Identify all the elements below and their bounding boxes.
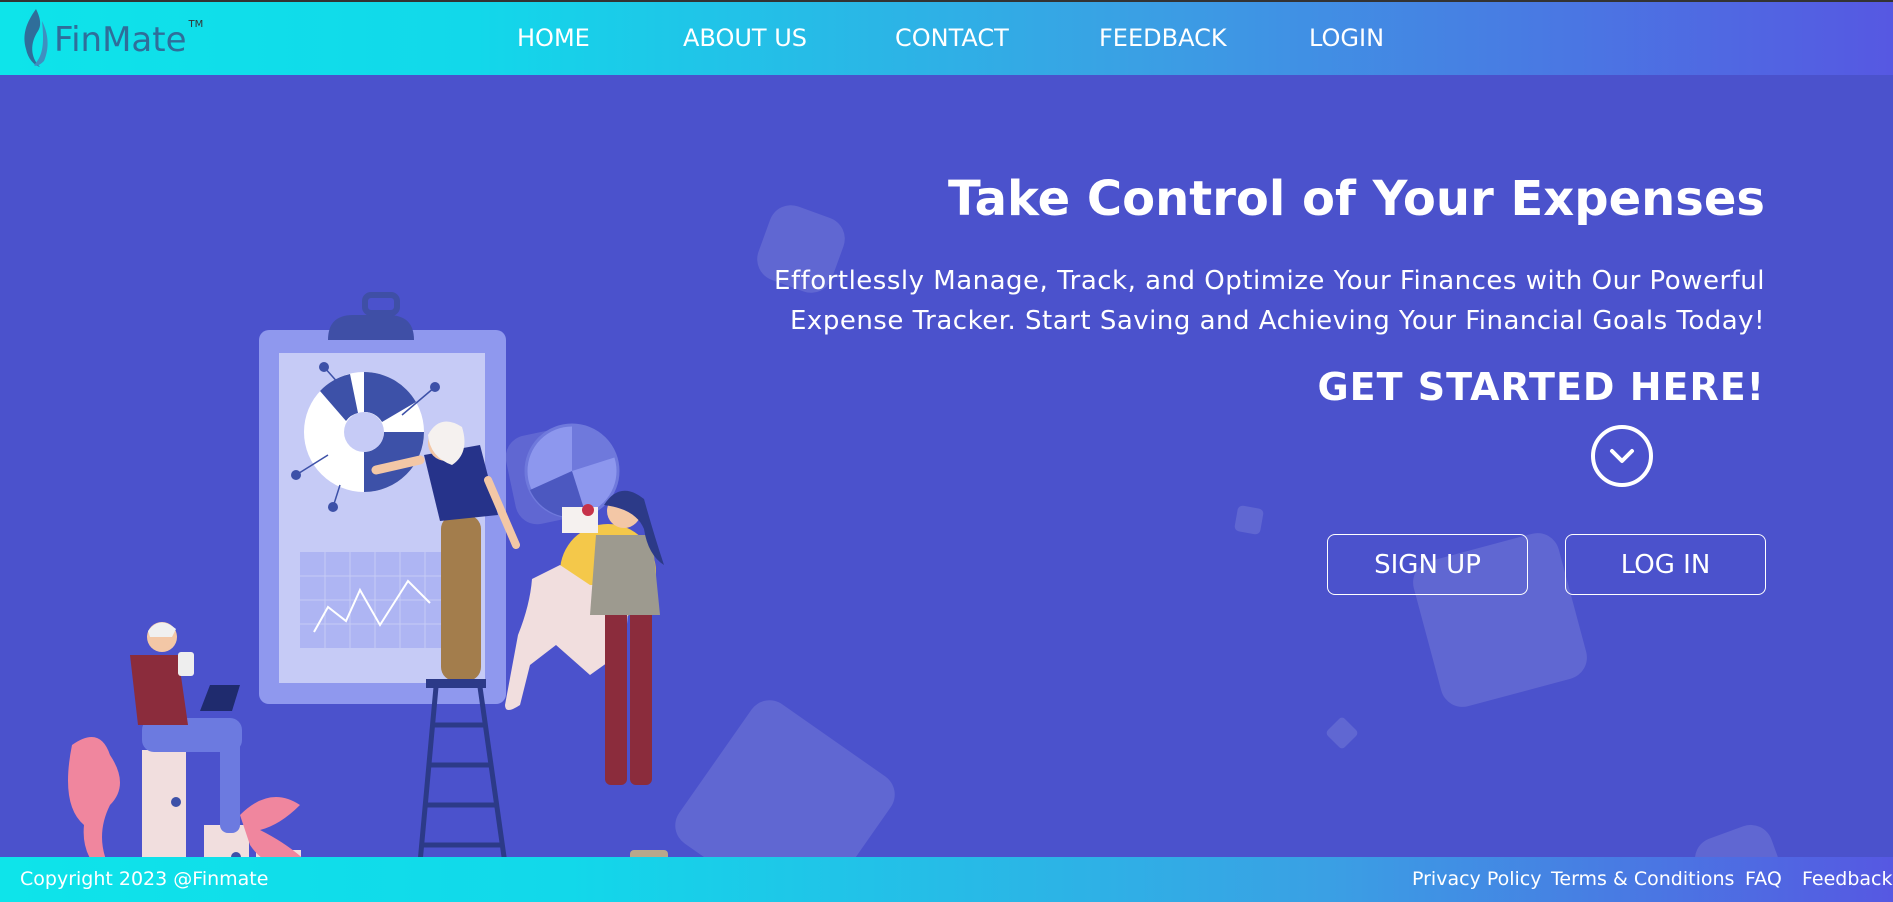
hero-title: Take Control of Your Expenses: [948, 171, 1765, 227]
top-navbar: FinMate TM HOME ABOUT US CONTACT FEEDBAC…: [0, 0, 1893, 75]
chevron-down-icon-glyph: [1610, 449, 1634, 463]
nav-feedback[interactable]: FEEDBACK: [1099, 24, 1227, 52]
nav-home[interactable]: HOME: [517, 24, 590, 52]
copyright-text: Copyright 2023 @Finmate: [20, 868, 269, 890]
brand-name: FinMate: [54, 20, 187, 60]
decor-square: [1325, 716, 1359, 750]
footer-link-faq[interactable]: FAQ: [1745, 868, 1782, 890]
trademark-mark: TM: [188, 18, 204, 30]
finance-team-illustration-icon: [68, 292, 668, 857]
sign-up-button[interactable]: SIGN UP: [1327, 534, 1528, 595]
decor-square: [1688, 818, 1792, 857]
flame-logo-icon: [24, 9, 48, 67]
nav-about-us[interactable]: ABOUT US: [683, 24, 807, 52]
footer: Copyright 2023 @Finmate Privacy Policy T…: [0, 857, 1893, 902]
nav-login[interactable]: LOGIN: [1309, 24, 1384, 52]
log-in-button[interactable]: LOG IN: [1565, 534, 1766, 595]
brand-logo[interactable]: FinMate TM: [18, 6, 203, 70]
hero-section: Take Control of Your Expenses Effortless…: [0, 75, 1893, 857]
nav-contact[interactable]: CONTACT: [895, 24, 1009, 52]
decor-square: [1233, 504, 1265, 536]
footer-link-privacy-policy[interactable]: Privacy Policy: [1412, 868, 1541, 890]
hero-subtitle: Effortlessly Manage, Track, and Optimize…: [774, 266, 1765, 336]
chevron-down-icon[interactable]: [1591, 425, 1653, 487]
footer-link-feedback[interactable]: Feedback: [1802, 868, 1892, 890]
get-started-heading: GET STARTED HERE!: [1317, 365, 1765, 409]
footer-link-terms-conditions[interactable]: Terms & Conditions: [1551, 868, 1734, 890]
